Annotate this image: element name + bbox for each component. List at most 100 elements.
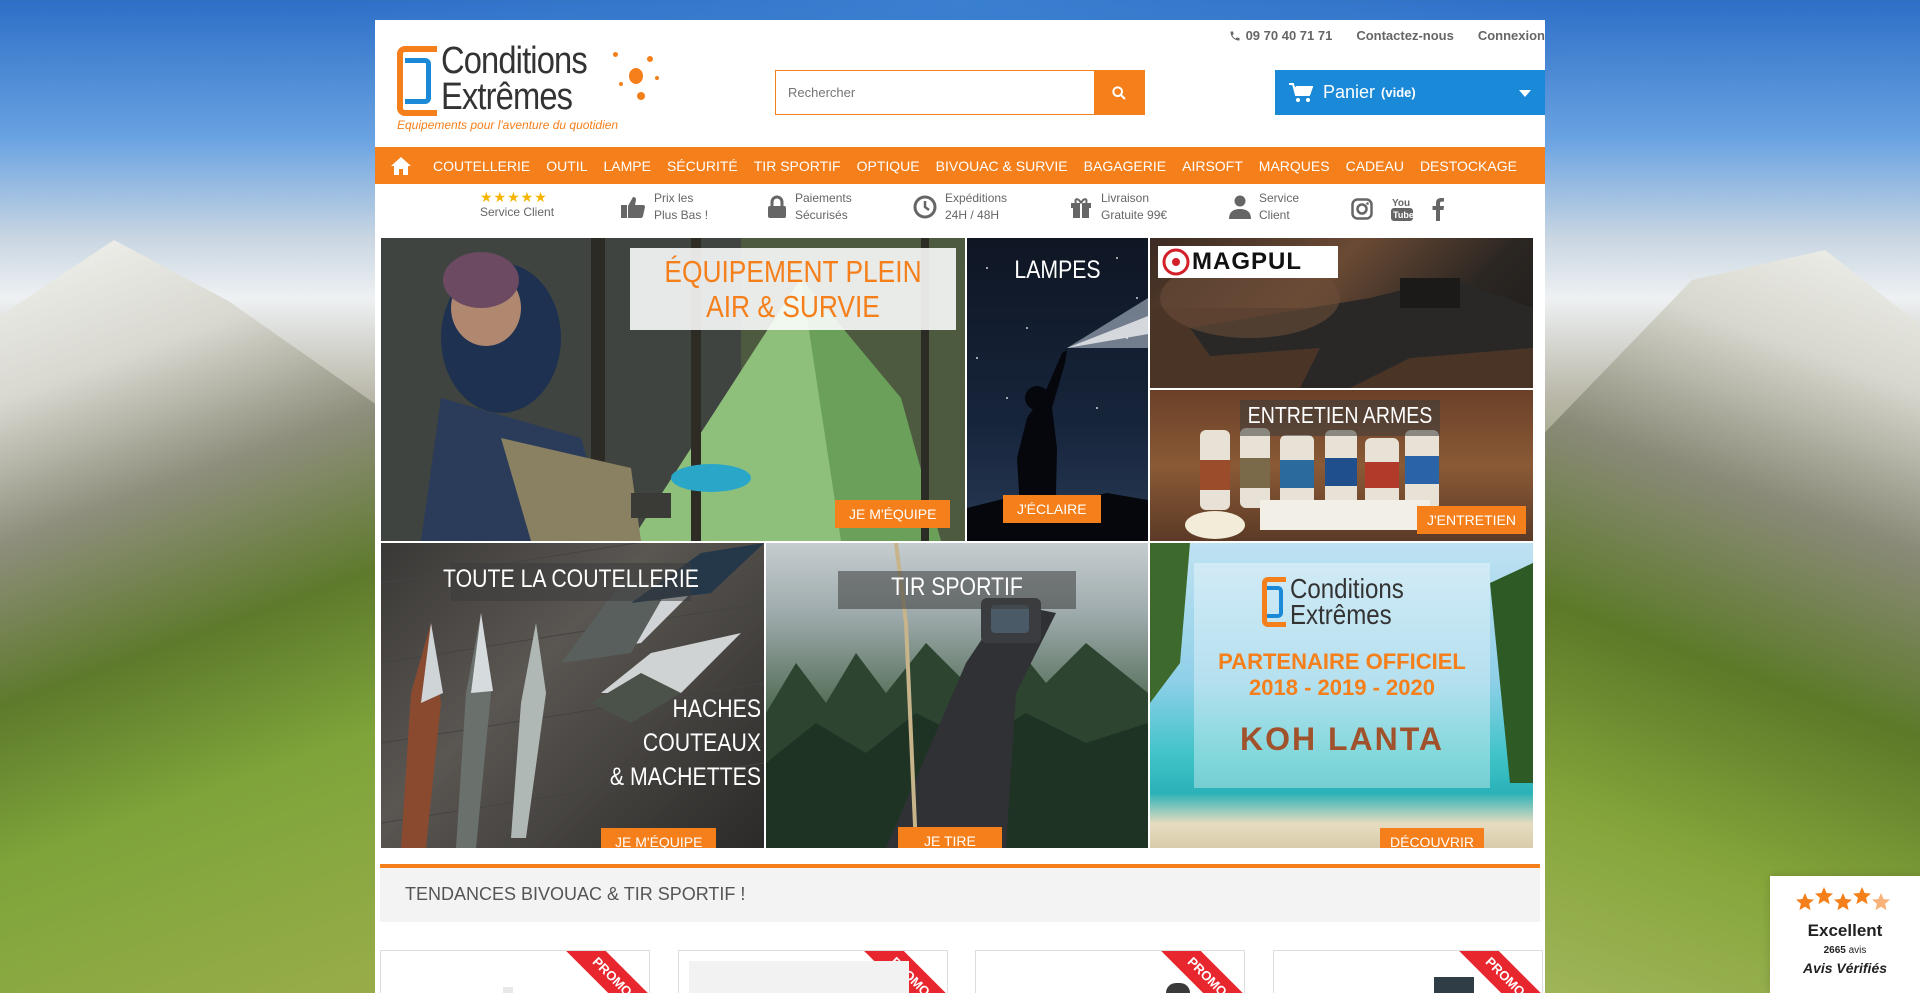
- partner-logo: Conditions Extrêmes: [1262, 573, 1442, 637]
- nav-item-bagagerie[interactable]: BAGAGERIE: [1076, 158, 1174, 174]
- instagram-icon[interactable]: [1351, 198, 1373, 220]
- partner-show: KOH LANTA: [1239, 721, 1445, 757]
- banner-knives-sub1: HACHES: [672, 695, 761, 723]
- nav-item-destockage[interactable]: DESTOCKAGE: [1412, 158, 1525, 174]
- logo-tagline: Equipements pour l'aventure du quotidien: [397, 118, 619, 132]
- nav-item-outil[interactable]: OUTIL: [538, 158, 595, 174]
- nav-item-tir-sportif[interactable]: TIR SPORTIF: [746, 158, 849, 174]
- nav-item-bivouac[interactable]: BIVOUAC & SURVIE: [928, 158, 1076, 174]
- search-icon: [1112, 85, 1126, 100]
- home-button[interactable]: [383, 147, 419, 184]
- banner-maintenance-title: ENTRETIEN ARMES: [1247, 402, 1433, 428]
- logo-splash: [647, 56, 653, 62]
- feature-line2: 24H / 48H: [945, 208, 1000, 222]
- banner-partner[interactable]: Conditions Extrêmes PARTENAIRE OFFICIEL …: [1150, 543, 1533, 848]
- phone-icon: [1230, 31, 1240, 40]
- contact-link[interactable]: Contactez-nous: [1356, 28, 1454, 43]
- logo-splash: [619, 82, 623, 86]
- banner-knives[interactable]: TOUTE LA COUTELLERIE HACHES COUTEAUX & M…: [381, 543, 764, 848]
- feature-line2: Sécurisés: [795, 208, 848, 222]
- logo-splash: [655, 76, 659, 80]
- facebook-icon[interactable]: [1431, 197, 1445, 221]
- feature-shipping[interactable]: Expéditions 24H / 48H: [913, 190, 1007, 224]
- reviews-brand: Avis Vérifiés: [1802, 960, 1888, 976]
- banner-partner-button[interactable]: DÉCOUVRIR: [1380, 828, 1485, 848]
- youtube-icon[interactable]: YouTube: [1391, 196, 1413, 222]
- banner-knives-sub3: & MACHETTES: [609, 763, 761, 791]
- product-card[interactable]: PROMO: [678, 950, 948, 993]
- search-box: [775, 70, 1145, 115]
- stars-icon: ★★★★★: [480, 189, 548, 205]
- feature-customer-service[interactable]: Service Client: [1229, 190, 1299, 224]
- feature-secure-payment[interactable]: Paiements Sécurisés: [767, 190, 852, 224]
- feature-free-delivery[interactable]: Livraison Gratuite 99€: [1069, 190, 1167, 224]
- cart-button[interactable]: Panier (vide): [1275, 70, 1545, 115]
- banner-magpul[interactable]: MAGPUL: [1150, 238, 1533, 388]
- phone-link[interactable]: 09 70 40 71 71: [1229, 28, 1333, 43]
- feature-label: Service Client: [480, 205, 555, 219]
- rating-stars: [1796, 887, 1890, 911]
- feature-line1: Livraison: [1101, 191, 1150, 205]
- partner-title: PARTENAIRE OFFICIEL: [1218, 649, 1466, 674]
- svg-text:You: You: [1392, 198, 1410, 209]
- product-image: [1166, 983, 1190, 993]
- banner-maintenance-button[interactable]: J'ENTRETIEN: [1417, 506, 1527, 534]
- search-input[interactable]: [776, 71, 1094, 114]
- magpul-logo: MAGPUL: [1158, 246, 1338, 278]
- banner-maintenance[interactable]: ENTRETIEN ARMES J'ENTRETIEN: [1150, 390, 1533, 541]
- banner-camping-title: ÉQUIPEMENT PLEIN AIR & SURVIE: [664, 254, 922, 324]
- banner-shooting-button[interactable]: JE TIRE: [898, 827, 1002, 848]
- feature-line1: Expéditions: [945, 191, 1008, 205]
- product-image: [689, 961, 909, 993]
- chevron-down-icon: [1519, 90, 1531, 97]
- site-logo[interactable]: Conditions Extrêmes Equipements pour l'a…: [397, 40, 697, 156]
- banner-camping[interactable]: ÉQUIPEMENT PLEIN AIR & SURVIE JE M'ÉQUIP…: [381, 238, 965, 541]
- promo-badge: PROMO: [549, 951, 649, 993]
- review-count-value: 2665: [1823, 945, 1846, 956]
- background-mountain-left: [0, 240, 380, 993]
- nav-item-optique[interactable]: OPTIQUE: [849, 158, 928, 174]
- feature-service-rating[interactable]: ★★★★★ Service Client: [480, 190, 554, 221]
- logo-splash: [629, 68, 643, 84]
- login-link[interactable]: Connexion: [1478, 28, 1545, 43]
- banner-lamps[interactable]: LAMPES J'ÉCLAIRE: [967, 238, 1148, 541]
- nav-item-securite[interactable]: SÉCURITÉ: [659, 158, 746, 174]
- partner-logo-line2: Extrêmes: [1290, 599, 1392, 630]
- review-count-unit: avis: [1848, 945, 1867, 956]
- feature-low-prices[interactable]: Prix les Plus Bas !: [620, 190, 708, 224]
- search-button[interactable]: [1094, 71, 1144, 114]
- banner-knives-title: TOUTE LA COUTELLERIE: [443, 565, 699, 593]
- lock-icon: [768, 195, 786, 218]
- product-card[interactable]: PROMO: [380, 950, 650, 993]
- svg-text:Tube: Tube: [1393, 210, 1413, 220]
- nav-item-airsoft[interactable]: AIRSOFT: [1174, 158, 1251, 174]
- banner-knives-button[interactable]: JE M'ÉQUIPE: [601, 828, 717, 848]
- review-count: 2665 avis: [1770, 945, 1920, 956]
- banner-lamps-title: LAMPES: [1014, 256, 1101, 284]
- logo-splash: [613, 52, 618, 57]
- star-icon: [1815, 887, 1833, 905]
- product-card[interactable]: PROMO: [1273, 950, 1543, 993]
- banner-knives-sub2: COUTEAUX: [642, 729, 761, 757]
- nav-item-cadeau[interactable]: CADEAU: [1338, 158, 1412, 174]
- banner-shooting[interactable]: TIR SPORTIF JE TIRE: [766, 543, 1148, 848]
- nav-item-coutellerie[interactable]: COUTELLERIE: [425, 158, 538, 174]
- star-icon: [1796, 893, 1814, 911]
- banner-lamps-button[interactable]: J'ÉCLAIRE: [1003, 495, 1101, 523]
- nav-item-lampe[interactable]: LAMPE: [595, 158, 658, 174]
- gift-icon: [1071, 198, 1091, 218]
- reviews-badge[interactable]: Excellent 2665 avis Avis Vérifiés: [1770, 876, 1920, 993]
- promo-badge: PROMO: [1144, 951, 1244, 993]
- feature-line1: Service: [1259, 191, 1300, 205]
- social-links: You Tube: [1351, 196, 1445, 222]
- partner-years: 2018 - 2019 - 2020: [1249, 675, 1435, 700]
- nav-item-marques[interactable]: MARQUES: [1251, 158, 1338, 174]
- product-card[interactable]: PROMO: [975, 950, 1245, 993]
- banner-camping-button[interactable]: JE M'ÉQUIPE: [835, 500, 951, 528]
- product-image: [503, 987, 513, 993]
- phone-number: 09 70 40 71 71: [1245, 28, 1333, 43]
- magpul-logo-text: MAGPUL: [1192, 248, 1302, 275]
- cart-status: (vide): [1381, 85, 1416, 100]
- logo-mark-blue: [405, 58, 431, 104]
- user-icon: [1229, 195, 1251, 219]
